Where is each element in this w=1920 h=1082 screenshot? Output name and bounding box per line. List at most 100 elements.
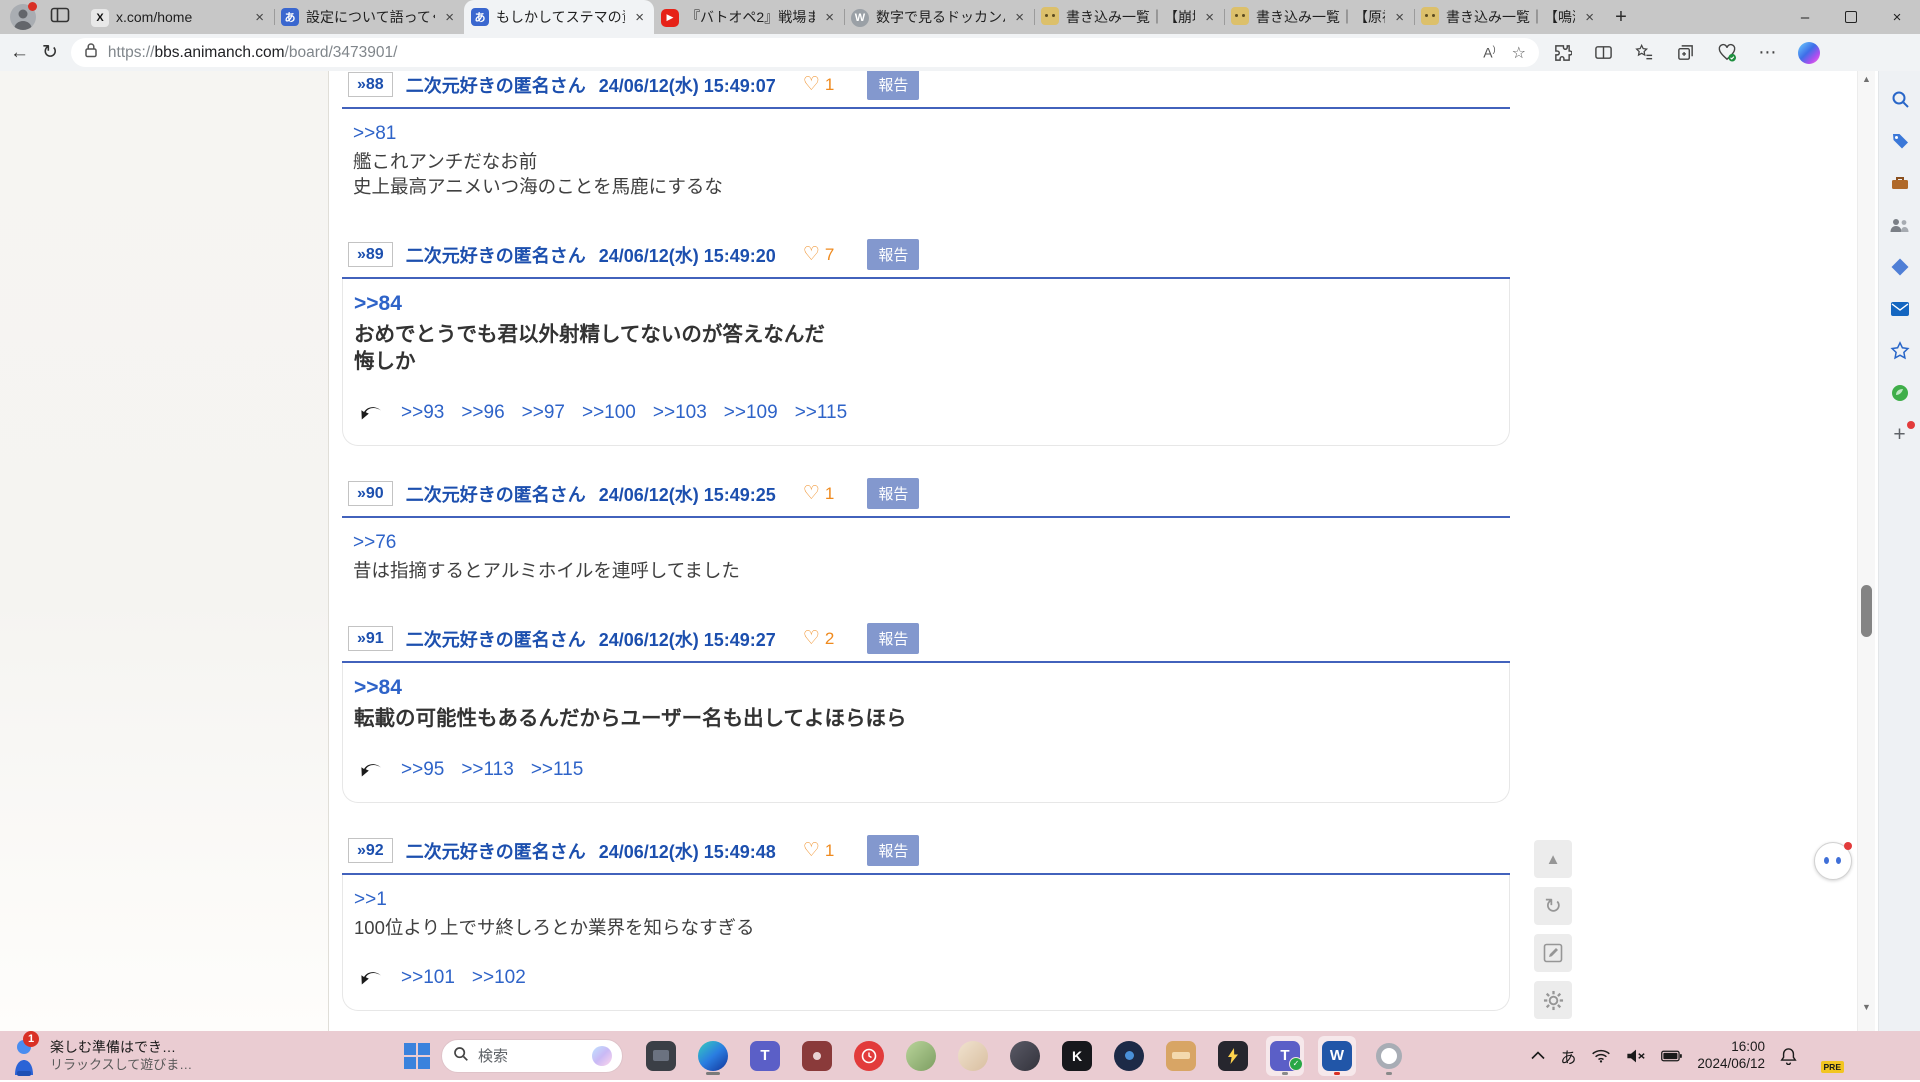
back-icon[interactable]: ←	[10, 42, 29, 64]
scrollbar-up-icon[interactable]: ▲	[1858, 71, 1875, 87]
anchor-link[interactable]: >>84	[354, 291, 402, 321]
report-button[interactable]: 報告	[867, 623, 919, 654]
tray-chevron-up-icon[interactable]	[1531, 1051, 1545, 1060]
sidebar-shopping-icon[interactable]	[1888, 129, 1912, 153]
post-number-badge[interactable]: »89	[348, 242, 393, 267]
copilot-icon[interactable]	[1798, 42, 1820, 64]
tab-close-icon[interactable]: ×	[442, 9, 457, 26]
pinned-app-red-icon[interactable]	[798, 1036, 836, 1076]
sidebar-m365-icon[interactable]	[1888, 255, 1912, 279]
sidebar-tools-icon[interactable]	[1888, 171, 1912, 195]
tray-copilot-icon[interactable]: PRE	[1812, 1043, 1838, 1069]
report-button[interactable]: 報告	[867, 478, 919, 509]
sidebar-outlook-icon[interactable]	[1888, 297, 1912, 321]
url-text[interactable]: https://bbs.animanch.com/board/3473901/	[108, 44, 398, 62]
post-number-badge[interactable]: »91	[348, 626, 393, 651]
mascot-widget[interactable]	[1814, 842, 1852, 880]
reply-link[interactable]: >>103	[653, 402, 707, 424]
like-button[interactable]: ♡1	[803, 839, 835, 862]
favorites-list-icon[interactable]	[1634, 42, 1656, 64]
scrollbar-thumb[interactable]	[1861, 585, 1872, 637]
microsoft-teams-running-icon[interactable]: T✓	[1266, 1036, 1304, 1076]
browser-scrollbar[interactable]: ▲ ▼	[1857, 71, 1875, 1031]
reload-page-button[interactable]: ↻	[1534, 887, 1572, 925]
tab-close-icon[interactable]: ×	[822, 9, 837, 26]
refresh-icon[interactable]: ↻	[42, 41, 58, 64]
report-button[interactable]: 報告	[867, 835, 919, 866]
tab-8[interactable]: 書き込み一覧｜【鳴潮】吟霖×	[1414, 0, 1604, 34]
tab-close-icon[interactable]: ×	[1012, 9, 1027, 26]
anchor-link[interactable]: >>1	[354, 887, 387, 915]
close-button[interactable]: ×	[1874, 0, 1920, 34]
microsoft-teams-icon[interactable]: T	[746, 1036, 784, 1076]
more-menu-icon[interactable]: ⋯	[1757, 42, 1779, 64]
taskbar-search[interactable]: 検索	[441, 1039, 623, 1073]
reply-link[interactable]: >>113	[461, 759, 513, 781]
browser-essentials-icon[interactable]	[1716, 42, 1738, 64]
tab-7[interactable]: 書き込み一覧｜【原神】最強×	[1224, 0, 1414, 34]
page-settings-button[interactable]	[1534, 981, 1572, 1019]
new-tab-button[interactable]: +	[1604, 0, 1638, 34]
like-button[interactable]: ♡1	[803, 482, 835, 505]
browser-profile-button[interactable]	[10, 4, 36, 30]
reply-link[interactable]: >>109	[724, 402, 778, 424]
tab-2[interactable]: あ設定について語ってくれよ｜あ×	[274, 0, 464, 34]
reply-link[interactable]: >>96	[461, 402, 504, 424]
sidebar-eco-icon[interactable]	[1888, 381, 1912, 405]
bell-icon[interactable]	[1780, 1047, 1797, 1065]
report-button[interactable]: 報告	[867, 239, 919, 270]
post-number-badge[interactable]: »90	[348, 481, 393, 506]
tab-close-icon[interactable]: ×	[1392, 9, 1407, 26]
sidebar-add-icon[interactable]: +	[1888, 423, 1912, 447]
tab-6[interactable]: 書き込み一覧｜【崩壊スター×	[1034, 0, 1224, 34]
tab-close-icon[interactable]: ×	[1202, 9, 1217, 26]
reply-link[interactable]: >>115	[795, 402, 847, 424]
report-button[interactable]: 報告	[867, 71, 919, 100]
reply-link[interactable]: >>115	[531, 759, 583, 781]
post-number-badge[interactable]: »92	[348, 838, 393, 863]
notification-toast[interactable]: 1 楽しむ準備はでき… リラックスして遊びま…	[7, 1035, 192, 1077]
start-button[interactable]	[404, 1043, 430, 1069]
pinned-app-k-icon[interactable]: K	[1058, 1036, 1096, 1076]
reply-link[interactable]: >>102	[472, 967, 526, 989]
reply-link[interactable]: >>101	[401, 967, 455, 989]
maximize-button[interactable]	[1828, 0, 1874, 34]
game-avatar-dark-icon[interactable]	[1006, 1036, 1044, 1076]
scrollbar-down-icon[interactable]: ▼	[1858, 999, 1875, 1015]
like-button[interactable]: ♡1	[803, 73, 835, 96]
anchor-link[interactable]: >>84	[354, 675, 402, 705]
read-aloud-icon[interactable]: A)	[1483, 44, 1495, 61]
write-post-button[interactable]	[1534, 934, 1572, 972]
tab-close-icon[interactable]: ×	[1582, 9, 1597, 26]
sidebar-community-icon[interactable]	[1888, 213, 1912, 237]
favorite-star-icon[interactable]: ☆	[1512, 43, 1526, 63]
tab-3[interactable]: あもしかしてステマの資金尽きち×	[464, 0, 654, 34]
anchor-link[interactable]: >>76	[353, 530, 396, 558]
tab-5[interactable]: W数字で見るドッカンバトル！×	[844, 0, 1034, 34]
collections-icon[interactable]	[1675, 42, 1697, 64]
tab-1[interactable]: Xx.com/home×	[84, 0, 274, 34]
extensions-icon[interactable]	[1552, 42, 1574, 64]
reply-link[interactable]: >>100	[582, 402, 636, 424]
scroll-to-top-button[interactable]: ▲	[1534, 840, 1572, 878]
tray-clock[interactable]: 16:002024/06/12	[1697, 1039, 1765, 1073]
alarm-clock-app-icon[interactable]	[850, 1036, 888, 1076]
reply-link[interactable]: >>97	[522, 402, 565, 424]
game-avatar-beige-icon[interactable]	[954, 1036, 992, 1076]
game-avatar-green-icon[interactable]	[902, 1036, 940, 1076]
pinned-app-ring-icon[interactable]	[1370, 1036, 1408, 1076]
pinned-app-bolt-icon[interactable]	[1214, 1036, 1252, 1076]
tab-actions-icon[interactable]	[50, 6, 70, 29]
microsoft-word-running-icon[interactable]: W	[1318, 1036, 1356, 1076]
pinned-app-tan-icon[interactable]	[1162, 1036, 1200, 1076]
pinned-app-navy-icon[interactable]	[1110, 1036, 1148, 1076]
reply-link[interactable]: >>93	[401, 402, 444, 424]
pinned-app-window-icon[interactable]	[642, 1036, 680, 1076]
split-screen-icon[interactable]	[1593, 42, 1615, 64]
wifi-icon[interactable]	[1591, 1048, 1611, 1063]
tab-close-icon[interactable]: ×	[632, 9, 647, 26]
tab-close-icon[interactable]: ×	[252, 9, 267, 26]
minimize-button[interactable]: –	[1782, 0, 1828, 34]
tab-4[interactable]: ▶『バトオペ2』戦場までは何マイ×	[654, 0, 844, 34]
like-button[interactable]: ♡2	[803, 627, 835, 650]
